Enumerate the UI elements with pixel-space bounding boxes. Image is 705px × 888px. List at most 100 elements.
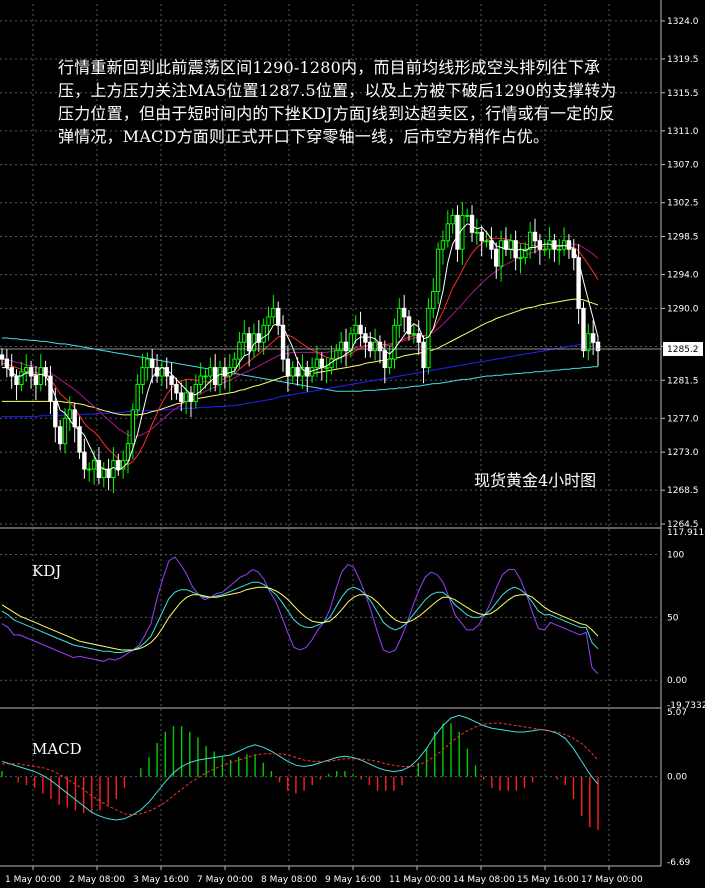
candle-bullish — [542, 248, 547, 251]
candle-bullish — [111, 460, 116, 478]
price-tick-label: 1268.5 — [667, 486, 699, 496]
candle-bullish — [561, 240, 567, 250]
price-tick-label: 1315.5 — [667, 89, 699, 99]
candle-bearish — [343, 341, 349, 352]
macd-tick-label: -6.69 — [667, 858, 691, 868]
candle-bullish — [38, 367, 43, 385]
candle-bearish — [53, 400, 58, 428]
candle-bearish — [48, 375, 53, 402]
candle-bullish — [101, 468, 106, 478]
candle-bullish — [450, 214, 455, 225]
macd-panel-title: MACD — [32, 740, 82, 758]
candle-bearish — [581, 307, 586, 352]
candle-bullish — [518, 257, 523, 260]
candle-bullish — [203, 375, 208, 378]
candle-bearish — [469, 214, 475, 233]
candle-bullish — [445, 223, 450, 242]
candle-bearish — [179, 392, 184, 402]
time-tick-label: 2 May 08:00 — [69, 875, 125, 885]
candle-bearish — [213, 367, 218, 385]
kdj-panel-title: KDJ — [32, 562, 62, 580]
candle-bearish — [174, 383, 179, 394]
ma-red-line — [1, 237, 599, 466]
candle-bullish — [586, 333, 591, 352]
candle-bearish — [368, 341, 373, 352]
candle-bullish — [372, 341, 378, 352]
time-tick-label: 3 May 16:00 — [133, 875, 189, 885]
kdj-j-line — [1, 556, 599, 675]
candle-bullish — [440, 240, 446, 250]
candle-bullish — [67, 409, 73, 419]
time-tick-label: 8 May 08:00 — [261, 875, 317, 885]
candle-bearish — [590, 333, 596, 343]
candle-bearish — [319, 358, 325, 369]
ma-white-line — [2, 223, 599, 472]
candle-bearish — [246, 333, 252, 352]
candle-bullish — [527, 231, 533, 250]
candle-bullish — [431, 290, 436, 309]
candle-bearish — [4, 358, 10, 369]
candle-bearish — [566, 240, 572, 250]
candle-bearish — [416, 333, 421, 343]
candle-bearish — [401, 307, 407, 318]
candle-bullish — [397, 307, 402, 326]
time-tick-label: 14 May 08:00 — [453, 875, 515, 885]
candle-bullish — [19, 371, 24, 385]
candle-bearish — [33, 375, 39, 385]
candle-bullish — [464, 214, 470, 217]
candle-bullish — [24, 367, 29, 373]
candle-bullish — [411, 333, 417, 336]
kdj-tick-label: 0.00 — [667, 676, 687, 686]
candle-bearish — [169, 375, 174, 385]
kdj-tick-label: 100 — [667, 551, 684, 561]
candle-bullish — [237, 341, 242, 360]
candle-bullish — [193, 383, 199, 402]
candle-bearish — [14, 375, 19, 385]
price-tick-label: 1281.5 — [667, 376, 699, 386]
candle-bullish — [435, 248, 441, 292]
candle-bearish — [0, 354, 5, 360]
candle-bullish — [251, 333, 257, 352]
candle-bearish — [285, 358, 291, 377]
price-tick-label: 1277.0 — [667, 414, 699, 424]
candle-bullish — [145, 358, 150, 369]
candle-bullish — [135, 383, 140, 411]
candle-bearish — [358, 324, 363, 335]
time-tick-label: 1 May 00:00 — [5, 875, 61, 885]
candle-bullish — [334, 350, 339, 360]
current-price-label: 1285.2 — [667, 345, 699, 355]
candle-bearish — [116, 460, 121, 470]
candle-bearish — [57, 426, 63, 445]
candle-bullish — [387, 358, 392, 369]
kdj-d-line — [1, 586, 599, 651]
candle-bullish — [392, 324, 397, 360]
candle-bullish — [266, 316, 271, 326]
candle-bearish — [421, 341, 426, 369]
price-tick-label: 1307.0 — [667, 161, 699, 171]
candle-bearish — [479, 231, 484, 242]
chart-caption: 现货黄金4小时图 — [474, 471, 597, 490]
candle-bullish — [353, 324, 358, 335]
candle-bearish — [150, 358, 155, 369]
candle-bullish — [198, 375, 203, 385]
candle-bullish — [232, 358, 237, 369]
candle-bullish — [474, 231, 480, 234]
candle-bearish — [295, 367, 300, 377]
candle-bearish — [28, 367, 34, 377]
candle-bullish — [62, 417, 68, 445]
candle-bearish — [382, 350, 387, 369]
macd-tick-label: 0.00 — [667, 773, 687, 783]
candle-bullish — [460, 214, 465, 250]
price-tick-label: 1319.5 — [667, 55, 699, 65]
price-tick-label: 1298.5 — [667, 233, 699, 243]
candle-bearish — [363, 333, 368, 343]
candle-bearish — [43, 367, 48, 377]
candle-bullish — [140, 367, 145, 385]
candle-bullish — [130, 409, 136, 445]
price-tick-label: 1302.5 — [667, 199, 699, 209]
candle-bearish — [72, 409, 77, 428]
candle-bullish — [290, 367, 295, 377]
candle-bullish — [314, 358, 320, 369]
price-tick-label: 1290.0 — [667, 304, 699, 314]
candle-bullish — [91, 460, 97, 470]
